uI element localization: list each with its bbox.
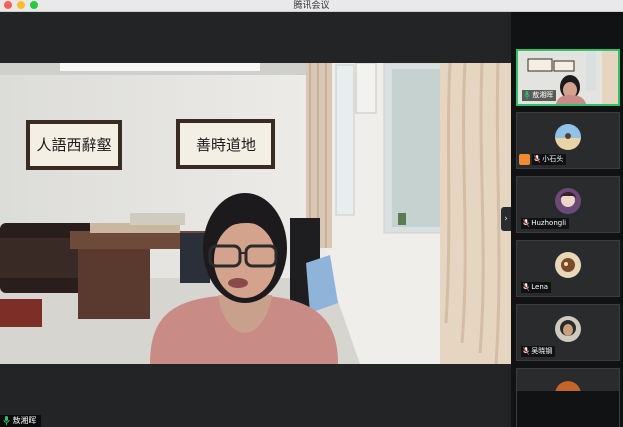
right-calligraphy: 善時道地	[196, 136, 256, 154]
participant-tile[interactable]: Lena	[516, 240, 620, 297]
title-bar: 腾讯会议	[0, 0, 623, 12]
avatar	[555, 124, 581, 150]
panel-overflow-mask	[517, 391, 619, 427]
left-calligraphy: 人語西辭壑	[36, 136, 111, 154]
window-title: 腾讯会议	[293, 1, 330, 11]
mic-icon	[524, 91, 530, 99]
speaker-name-tag: 敖湘晖	[0, 415, 41, 427]
participant-tile[interactable]	[516, 368, 620, 427]
participant-tile[interactable]: 敖湘晖	[516, 49, 620, 106]
speaker-video[interactable]: 人語西辭壑 善時道地	[0, 63, 511, 364]
participant-name-tag: 小石头	[532, 154, 567, 165]
collapse-panel-button[interactable]: ›	[501, 207, 511, 231]
chevron-right-icon: ›	[504, 214, 508, 224]
participant-name-tag: Lena	[521, 282, 552, 293]
mic-muted-icon	[523, 347, 529, 355]
mic-muted-icon	[523, 283, 529, 291]
host-badge-icon	[519, 154, 530, 165]
mic-muted-icon	[534, 155, 540, 163]
avatar	[555, 316, 581, 342]
avatar	[555, 188, 581, 214]
speaker-name: 敖湘晖	[12, 416, 37, 425]
participant-name-tag: 敖湘晖	[522, 90, 557, 101]
participant-tile[interactable]: 吴晓钢	[516, 304, 620, 361]
participant-tile[interactable]: 小石头	[516, 112, 620, 169]
speaker-video-image: 人語西辭壑 善時道地	[0, 63, 511, 364]
participant-name: 敖湘晖	[532, 91, 554, 99]
avatar	[555, 252, 581, 278]
participant-name-tag: 吴晓钢	[521, 346, 556, 357]
participant-name-tag: Huzhongli	[521, 218, 570, 229]
participant-name: Lena	[531, 283, 549, 291]
participant-name: Huzhongli	[531, 219, 567, 227]
participant-tile[interactable]: Huzhongli	[516, 176, 620, 233]
participant-name: 小石头	[542, 155, 564, 163]
mic-muted-icon	[523, 219, 529, 227]
participant-name: 吴晓钢	[531, 347, 553, 355]
mic-icon	[3, 416, 10, 425]
